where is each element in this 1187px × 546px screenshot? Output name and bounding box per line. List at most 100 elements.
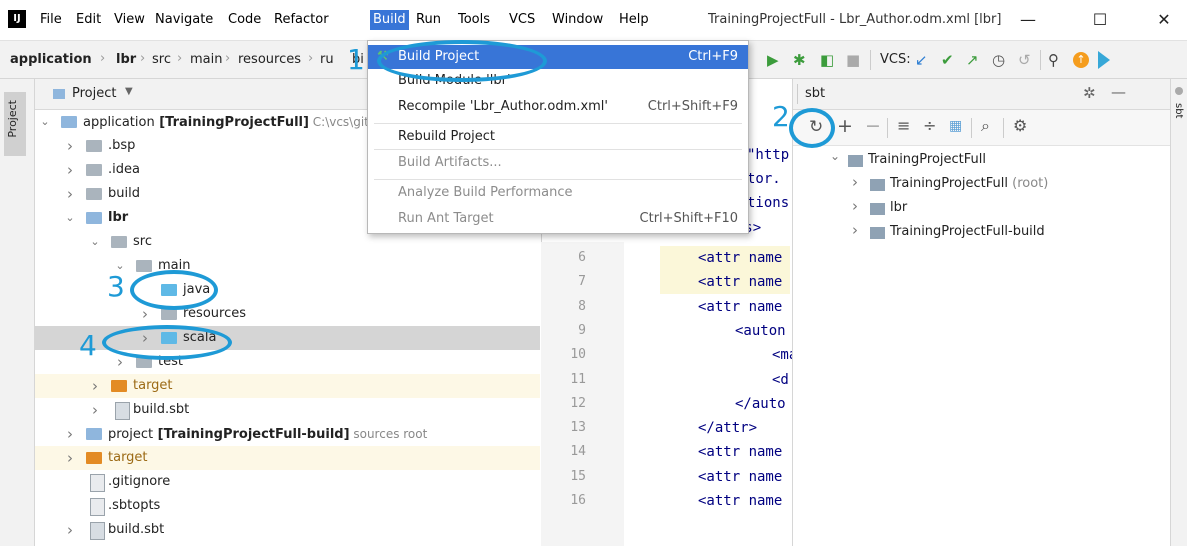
sbt-node-label[interactable]: TrainingProjectFull (868, 152, 986, 167)
menu-navigate[interactable]: Navigate (155, 12, 213, 27)
module-name: [TrainingProjectFull-build] (153, 427, 350, 442)
history-icon[interactable]: ◷ (992, 51, 1005, 69)
chevron-down-icon[interactable]: ⌄ (89, 230, 101, 254)
tree-node-label: .bsp (108, 138, 136, 153)
chevron-right-icon[interactable]: › (852, 221, 858, 239)
build-menu-item-shortcut: Ctrl+F9 (688, 49, 738, 64)
notification-dot-icon[interactable] (1175, 87, 1183, 95)
breadcrumb-application[interactable]: application (10, 52, 92, 67)
tree-node-label: target (133, 378, 173, 393)
breadcrumb-resources[interactable]: resources (238, 52, 301, 67)
menu-refactor[interactable]: Refactor (274, 12, 329, 27)
menu-help[interactable]: Help (619, 12, 649, 27)
chevron-down-icon[interactable]: ▼ (125, 86, 133, 97)
tree-node[interactable]: .gitignore (35, 470, 540, 494)
vcs-push-icon[interactable]: ↗ (966, 51, 979, 69)
build-menu-item[interactable]: Rebuild Project (368, 125, 748, 149)
line-number: 11 (570, 371, 586, 387)
tree-node[interactable]: › project [TrainingProjectFull-build] sou… (35, 422, 540, 446)
chevron-right-icon[interactable]: › (852, 197, 858, 215)
maximize-icon[interactable]: ☐ (1080, 6, 1120, 34)
update-icon[interactable]: ↑ (1073, 52, 1089, 68)
tree-node[interactable]: › build.sbt (35, 398, 540, 422)
toolbar-divider (870, 50, 871, 70)
sbt-node-suffix: (root) (1008, 176, 1049, 191)
build-menu-item-shortcut: Ctrl+Shift+F10 (639, 211, 738, 226)
project-view-icon (53, 89, 65, 99)
tree-node-label: target (108, 450, 148, 465)
breadcrumb-main[interactable]: main (190, 52, 222, 67)
coverage-icon[interactable]: ◧ (820, 51, 834, 69)
menu-tools[interactable]: Tools (458, 12, 490, 27)
sbt-node-label[interactable]: TrainingProjectFull-build (890, 224, 1045, 239)
collapse-all-icon[interactable]: ÷ (923, 116, 936, 135)
project-panel-title[interactable]: Project (72, 86, 116, 101)
menu-view[interactable]: View (114, 12, 145, 27)
tree-node[interactable]: › target (35, 446, 540, 470)
tree-node[interactable]: › resources (35, 302, 540, 326)
breadcrumb-lbr[interactable]: lbr (116, 52, 136, 67)
chevron-down-icon[interactable]: ⌄ (39, 110, 51, 134)
menu-vcs[interactable]: VCS (509, 12, 535, 27)
chevron-down-icon[interactable]: ⌄ (830, 149, 840, 163)
sbt-project-icon (870, 179, 885, 191)
annotation-number: 1 (347, 43, 365, 76)
chevron-right-icon[interactable]: › (64, 158, 76, 182)
menu-build[interactable]: Build (370, 10, 409, 30)
menu-edit[interactable]: Edit (76, 12, 101, 27)
menu-code[interactable]: Code (228, 12, 261, 27)
menu-separator (374, 149, 742, 150)
search-icon[interactable]: ⚲ (1048, 51, 1059, 69)
folder-icon (86, 140, 102, 152)
chevron-right-icon[interactable]: › (89, 374, 101, 398)
annotation-ellipse (130, 270, 218, 310)
run-icon[interactable]: ▶ (767, 51, 779, 69)
add-icon[interactable]: + (837, 115, 853, 137)
toolbox-icon[interactable] (1098, 51, 1110, 69)
tree-node[interactable]: › test (35, 350, 540, 374)
chevron-right-icon[interactable]: › (64, 182, 76, 206)
tree-node-label: lbr (108, 210, 129, 225)
hide-icon[interactable]: — (1111, 83, 1126, 101)
chevron-right-icon[interactable]: › (64, 446, 76, 470)
vcs-commit-icon[interactable]: ✔ (941, 51, 954, 69)
build-menu-item-label: Analyze Build Performance (398, 185, 573, 200)
chevron-right-icon[interactable]: › (64, 518, 76, 542)
tree-node[interactable]: › target (35, 374, 540, 398)
sbt-panel-title: sbt (805, 86, 826, 101)
window-title: TrainingProjectFull - Lbr_Author.odm.xml… (708, 12, 1002, 27)
chevron-right-icon: › (140, 51, 146, 66)
sbt-project-icon (870, 203, 885, 215)
tree-node[interactable]: .sbtopts (35, 494, 540, 518)
remove-icon[interactable]: − (865, 115, 881, 137)
chevron-down-icon[interactable]: ⌄ (64, 206, 76, 230)
sbt-project-icon (848, 155, 863, 167)
menu-run[interactable]: Run (416, 12, 441, 27)
analyze-icon[interactable]: ⌕ (981, 116, 990, 136)
expand-all-icon[interactable]: ≡ (897, 116, 910, 135)
debug-icon[interactable]: ✱ (793, 51, 806, 69)
sbt-node-label[interactable]: lbr (890, 200, 907, 215)
sbt-node-label[interactable]: TrainingProjectFull (root) (890, 176, 1048, 191)
tree-node[interactable]: › build.sbt (35, 518, 540, 542)
sbt-toolbar: ↻ + − ≡ ÷ ▦ ⌕ ⚙ (793, 110, 1187, 146)
settings-icon[interactable]: ✲ (1083, 84, 1096, 102)
show-dependencies-icon[interactable]: ▦ (949, 118, 962, 134)
menu-file[interactable]: File (40, 12, 62, 27)
chevron-right-icon[interactable]: › (64, 134, 76, 158)
sbt-tool-tab-label[interactable]: sbt (1173, 103, 1184, 118)
rollback-icon[interactable]: ↺ (1018, 51, 1031, 69)
minimize-icon[interactable]: — (1008, 6, 1048, 34)
chevron-right-icon[interactable]: › (89, 398, 101, 422)
chevron-right-icon: › (308, 51, 314, 66)
wrench-icon[interactable]: ⚙ (1013, 116, 1027, 135)
stop-icon[interactable]: ■ (846, 51, 860, 69)
breadcrumb-ru[interactable]: ru (320, 52, 334, 67)
chevron-right-icon[interactable]: › (852, 173, 858, 191)
close-icon[interactable]: ✕ (1144, 6, 1184, 34)
vcs-update-icon[interactable]: ↙ (915, 51, 928, 69)
menu-window[interactable]: Window (552, 12, 603, 27)
chevron-right-icon[interactable]: › (64, 422, 76, 446)
breadcrumb-src[interactable]: src (152, 52, 171, 67)
build-menu-item[interactable]: Recompile 'Lbr_Author.odm.xml' Ctrl+Shift… (368, 95, 748, 119)
